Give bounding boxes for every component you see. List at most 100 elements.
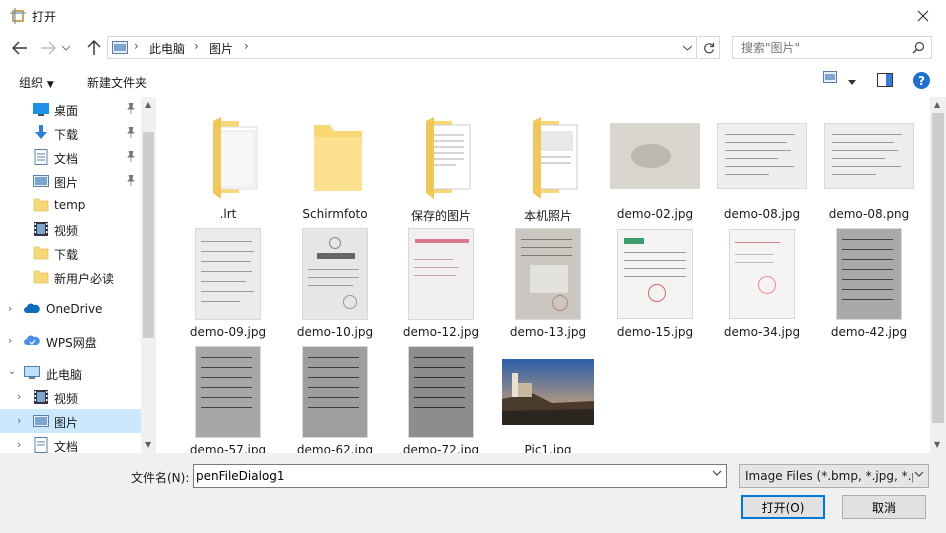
file-item-image[interactable]: demo-13.jpg	[496, 225, 600, 340]
sidebar-item-downloads-folder[interactable]: 下载	[0, 241, 141, 265]
content-scrollbar-thumb[interactable]	[932, 113, 944, 423]
scroll-up-arrow[interactable]: ▲	[145, 100, 151, 109]
file-item-folder[interactable]: .lrt	[176, 107, 280, 222]
file-item-image[interactable]: demo-57.jpg	[176, 343, 280, 453]
chevron-right-icon[interactable]: ›	[8, 302, 12, 315]
file-name: demo-09.jpg	[189, 325, 267, 339]
sidebar-item-label: 此电脑	[46, 368, 83, 382]
file-item-image[interactable]: demo-62.jpg	[283, 343, 387, 453]
pictures-icon	[112, 41, 128, 54]
breadcrumb-separator: ›	[134, 39, 139, 53]
sidebar-item-pictures[interactable]: 图片	[0, 169, 141, 193]
sidebar-item-label: 新用户必读	[54, 272, 115, 286]
file-item-image[interactable]: demo-34.jpg	[710, 225, 814, 340]
filename-field[interactable]	[193, 464, 727, 488]
pin-icon[interactable]	[126, 175, 136, 186]
chevron-down-icon[interactable]	[712, 470, 722, 477]
file-item-folder[interactable]: 本机照片	[496, 107, 600, 223]
sidebar-item-documents[interactable]: 文档	[0, 145, 141, 169]
help-icon: ?	[913, 72, 930, 89]
file-name: demo-34.jpg	[723, 325, 801, 339]
address-bar[interactable]: › 此电脑 › 图片 ›	[107, 36, 697, 59]
refresh-icon	[703, 42, 714, 53]
sidebar-item-this-pc[interactable]: ⌄ 此电脑	[0, 361, 141, 385]
arrow-right-icon	[41, 41, 56, 55]
chevron-right-icon[interactable]: ›	[17, 414, 21, 427]
pin-icon[interactable]	[126, 127, 136, 138]
chevron-right-icon[interactable]: ›	[8, 334, 12, 347]
file-name: 本机照片	[523, 209, 572, 223]
file-item-image[interactable]: demo-08.png	[817, 107, 921, 222]
file-name: demo-08.jpg	[723, 207, 801, 221]
scroll-down-arrow[interactable]: ▼	[145, 440, 151, 449]
new-folder-button[interactable]: 新建文件夹	[87, 74, 147, 91]
image-thumbnail	[302, 346, 368, 438]
sidebar-item-pc-pictures[interactable]: › 图片	[0, 409, 141, 433]
file-item-image[interactable]: demo-10.jpg	[283, 225, 387, 340]
scroll-up-arrow[interactable]: ▲	[934, 100, 940, 109]
search-box[interactable]	[732, 36, 932, 59]
arrow-left-icon	[12, 41, 27, 55]
chevron-right-icon[interactable]: ›	[17, 438, 21, 451]
svg-text:?: ?	[918, 74, 925, 88]
file-item-folder[interactable]: Schirmfoto	[283, 107, 387, 222]
chevron-right-icon[interactable]: ›	[17, 390, 21, 403]
image-thumbnail	[610, 123, 700, 189]
breadcrumb-pictures[interactable]: 图片	[209, 40, 233, 57]
sidebar-scrollbar-thumb[interactable]	[143, 132, 154, 338]
view-options-button[interactable]	[823, 71, 837, 86]
chevron-down-icon[interactable]: ⌄	[8, 366, 16, 377]
file-type-select[interactable]: Image Files (*.bmp, *.jpg, *.png	[739, 464, 929, 488]
sidebar-item-pc-documents[interactable]: › 文档	[0, 433, 141, 453]
sidebar-item-label: 图片	[54, 416, 79, 430]
file-item-folder[interactable]: 保存的图片	[389, 107, 493, 223]
sidebar-item-pc-videos[interactable]: › 视频	[0, 385, 141, 409]
file-item-image[interactable]: Pic1.jpg	[496, 343, 600, 453]
file-name: demo-72.jpg	[402, 443, 480, 453]
file-item-image[interactable]: demo-02.jpg	[603, 107, 707, 222]
search-input[interactable]	[733, 37, 903, 58]
file-item-image[interactable]: demo-08.jpg	[710, 107, 814, 222]
recent-locations-button[interactable]	[59, 37, 73, 59]
filename-input[interactable]	[194, 465, 694, 487]
back-button[interactable]	[9, 37, 31, 59]
cancel-button[interactable]: 取消	[842, 495, 926, 519]
file-item-image[interactable]: demo-42.jpg	[817, 225, 921, 340]
sidebar-item-onedrive[interactable]: › OneDrive	[0, 297, 141, 321]
view-dropdown-button[interactable]	[848, 74, 856, 88]
scroll-down-arrow[interactable]: ▼	[934, 440, 940, 449]
sidebar-item-new-user-guide[interactable]: 新用户必读	[0, 265, 141, 289]
file-item-image[interactable]: demo-72.jpg	[389, 343, 493, 453]
refresh-button[interactable]	[698, 36, 720, 59]
sidebar-item-temp[interactable]: temp	[0, 193, 141, 217]
pin-icon[interactable]	[126, 103, 136, 114]
image-thumbnail	[617, 229, 693, 319]
file-name: demo-42.jpg	[830, 325, 908, 339]
sidebar-item-desktop[interactable]: 桌面	[0, 97, 141, 121]
file-item-image[interactable]: demo-12.jpg	[389, 225, 493, 340]
pin-icon[interactable]	[126, 151, 136, 162]
close-button[interactable]	[900, 0, 946, 32]
desktop-icon	[33, 103, 49, 116]
forward-button[interactable]	[37, 37, 59, 59]
organize-button[interactable]: 组织 ▼	[19, 74, 54, 91]
sidebar-item-downloads[interactable]: 下载	[0, 121, 141, 145]
file-item-image[interactable]: demo-09.jpg	[176, 225, 280, 340]
image-thumbnail	[408, 228, 474, 320]
sidebar-item-wps-cloud[interactable]: › WPS网盘	[0, 329, 141, 353]
preview-pane-button[interactable]	[877, 73, 893, 90]
sidebar-item-videos[interactable]: 视频	[0, 217, 141, 241]
image-thumbnail	[824, 123, 914, 189]
folder-icon	[426, 117, 471, 199]
file-type-value: Image Files (*.bmp, *.jpg, *.png	[745, 469, 913, 483]
breadcrumb-separator: ›	[194, 39, 199, 53]
file-item-image[interactable]: demo-15.jpg	[603, 225, 707, 340]
open-button[interactable]: 打开(O)	[741, 495, 825, 519]
breadcrumb-this-pc[interactable]: 此电脑	[149, 40, 185, 57]
help-button[interactable]: ?	[913, 72, 930, 92]
title-bar: 打开	[0, 0, 946, 32]
image-thumbnail	[515, 228, 581, 320]
up-button[interactable]	[83, 37, 105, 59]
folder-icon	[33, 198, 49, 212]
address-dropdown-icon[interactable]	[683, 45, 692, 51]
